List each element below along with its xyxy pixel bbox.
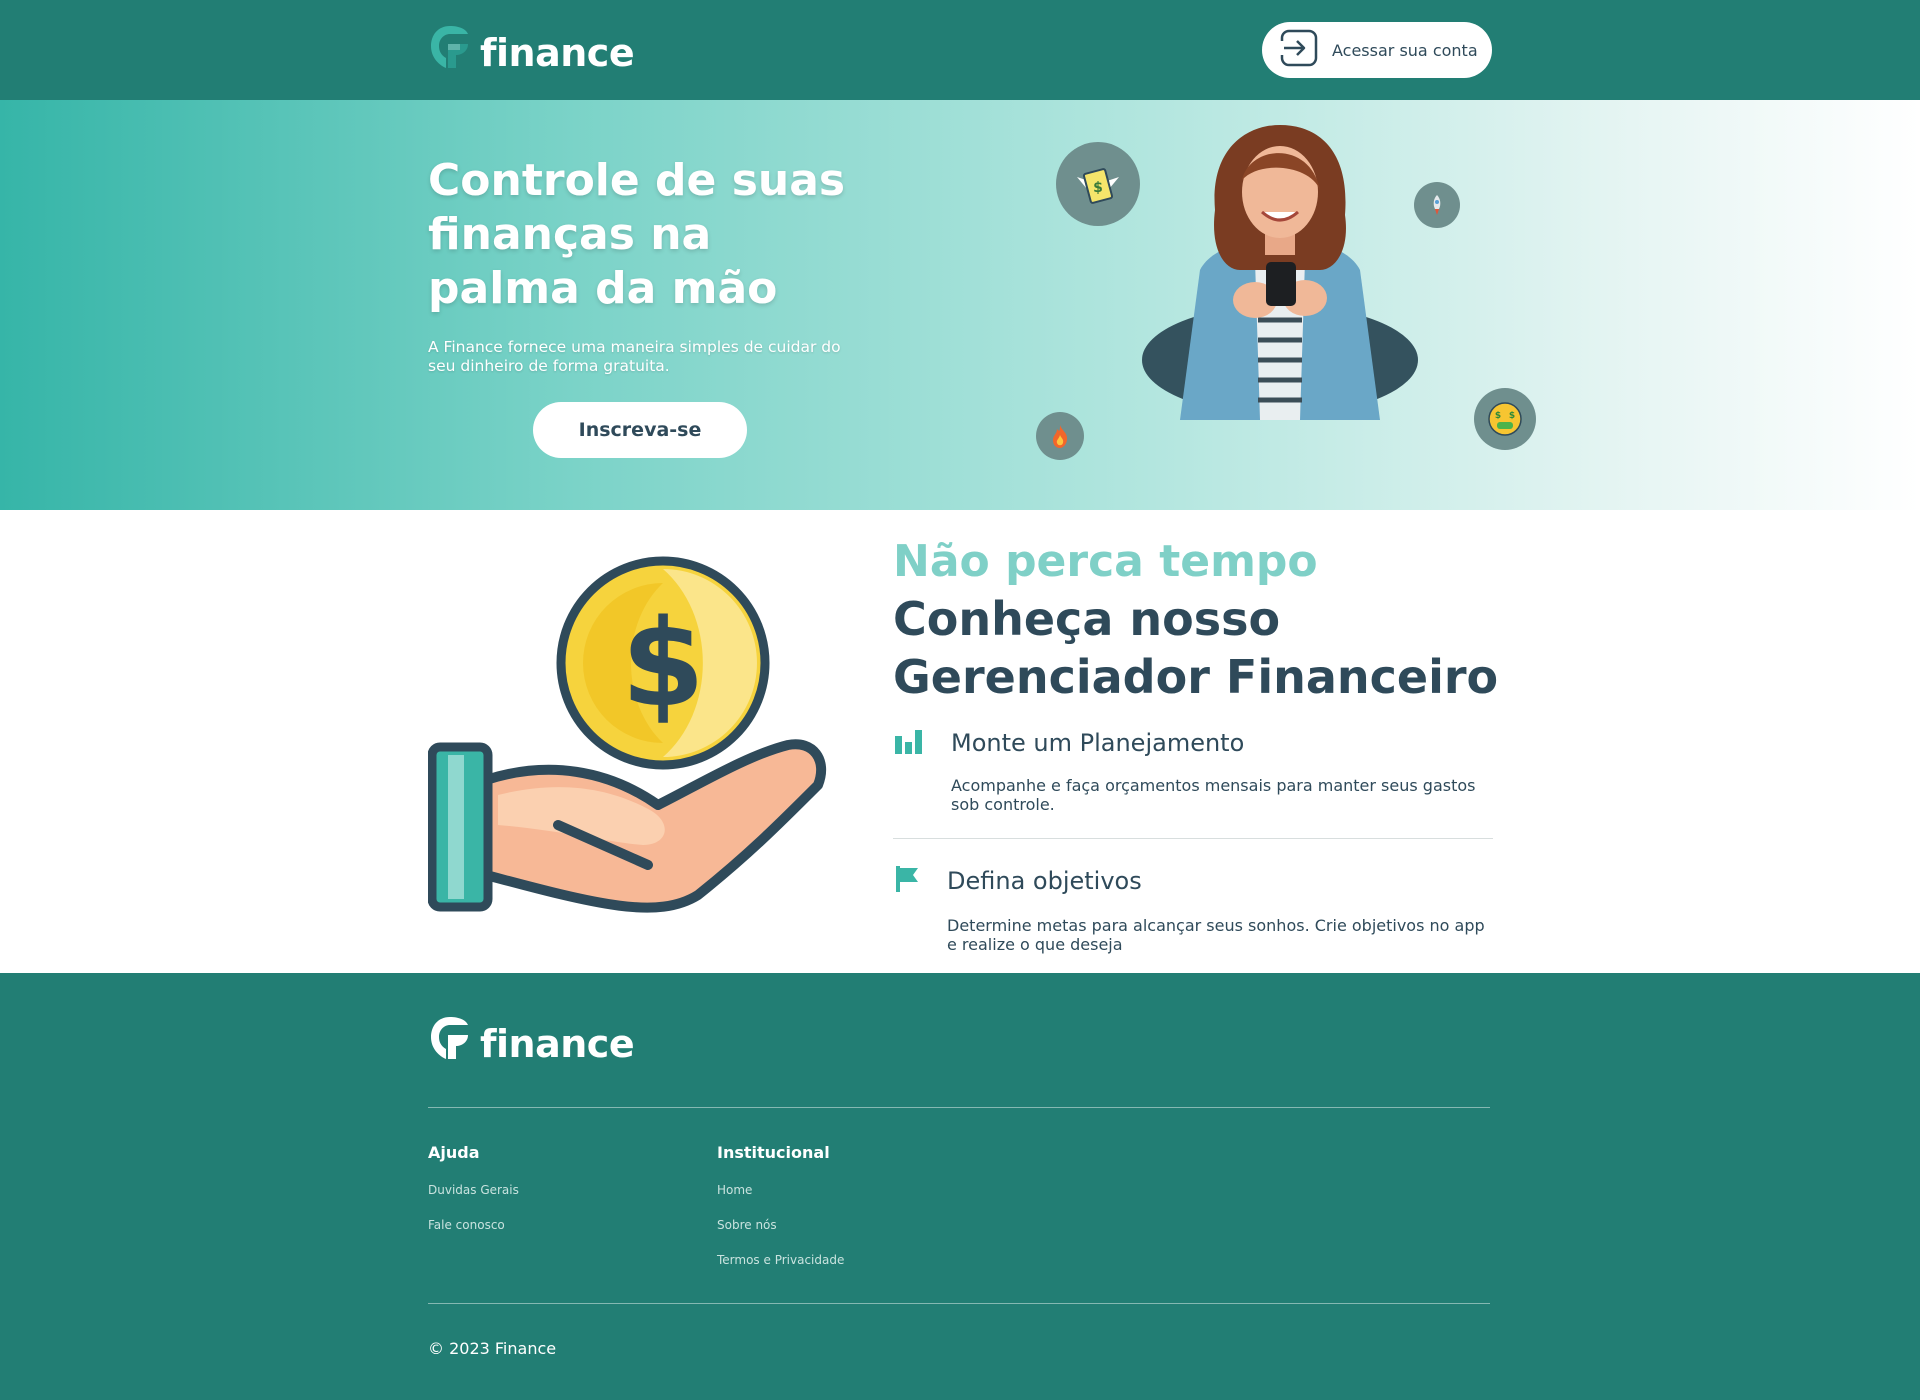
brand-name: finance	[480, 31, 635, 75]
svg-text:$: $	[1093, 180, 1103, 196]
footer-logo[interactable]: finance	[428, 1013, 635, 1066]
feature-title: Defina objetivos	[947, 867, 1142, 895]
footer-divider-top	[428, 1107, 1490, 1108]
rocket-icon	[1414, 182, 1460, 228]
money-mouth-face-icon: $ $	[1474, 388, 1536, 450]
footer-link-termos[interactable]: Termos e Privacidade	[717, 1253, 844, 1267]
hand-coin-illustration: $	[427, 555, 843, 930]
features-title: Conheça nosso Gerenciador Financeiro	[893, 592, 1499, 704]
footer-column-title: Institucional	[717, 1143, 830, 1162]
footer-link-sobre[interactable]: Sobre nós	[717, 1218, 777, 1232]
footer-link-home[interactable]: Home	[717, 1183, 752, 1197]
hero-section: Controle de suas finanças na palma da mã…	[0, 100, 1920, 510]
logo-mark-icon	[428, 22, 474, 72]
login-button-label: Acessar sua conta	[1332, 40, 1478, 60]
svg-text:$: $	[1495, 411, 1501, 421]
feature-planning: Monte um Planejamento Acompanhe e faça o…	[893, 728, 1493, 814]
flag-icon	[893, 864, 921, 898]
footer-link-fale-conosco[interactable]: Fale conosco	[428, 1218, 505, 1232]
signup-button[interactable]: Inscreva-se	[533, 402, 747, 458]
hero-subtitle: A Finance fornece uma maneira simples de…	[428, 338, 841, 375]
feature-goals: Defina objetivos Determine metas para al…	[893, 864, 1493, 954]
features-kicker: Não perca tempo	[893, 536, 1318, 587]
site-header: finance Acessar sua conta	[0, 0, 1920, 100]
feature-description: Acompanhe e faça orçamentos mensais para…	[951, 776, 1476, 814]
hero-title: Controle de suas finanças na palma da mã…	[428, 155, 846, 314]
hero-woman-image	[1140, 120, 1420, 420]
footer-divider-bottom	[428, 1303, 1490, 1304]
footer-link-duvidas[interactable]: Duvidas Gerais	[428, 1183, 519, 1197]
site-footer: finance Ajuda Duvidas Gerais Fale conosc…	[0, 973, 1920, 1400]
footer-column-title: Ajuda	[428, 1143, 480, 1162]
login-icon	[1280, 29, 1318, 71]
header-logo[interactable]: finance	[428, 22, 635, 75]
fire-icon	[1036, 412, 1084, 460]
copyright-text: © 2023 Finance	[428, 1339, 557, 1358]
svg-text:$: $	[621, 595, 705, 734]
brand-name: finance	[480, 1022, 635, 1066]
money-with-wings-icon: $	[1056, 142, 1140, 226]
feature-description: Determine metas para alcançar seus sonho…	[947, 916, 1485, 954]
svg-text:$: $	[1509, 411, 1515, 421]
features-divider	[893, 838, 1493, 839]
login-button[interactable]: Acessar sua conta	[1262, 22, 1492, 78]
bar-chart-icon	[893, 728, 925, 758]
logo-mark-icon	[428, 1013, 474, 1063]
feature-title: Monte um Planejamento	[951, 729, 1245, 757]
